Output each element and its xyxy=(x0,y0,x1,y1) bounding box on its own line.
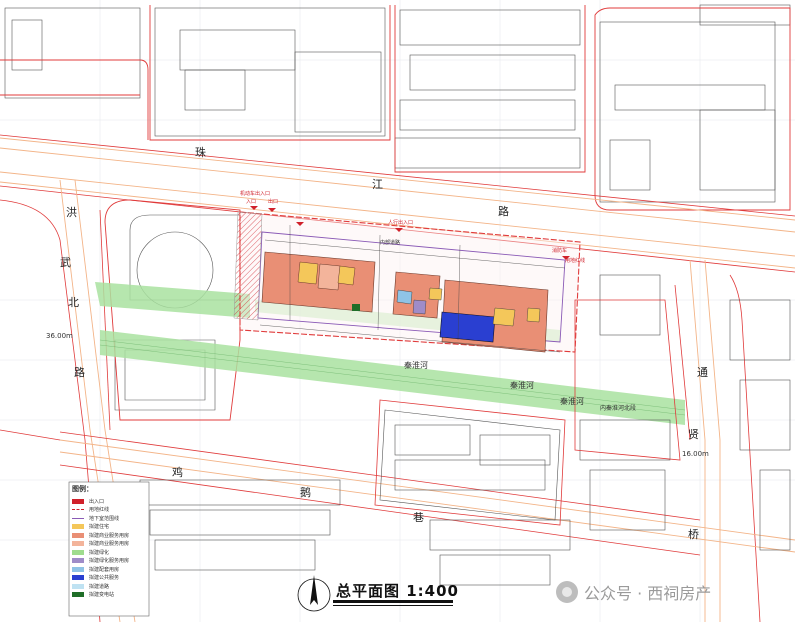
building-middle-core xyxy=(428,287,443,301)
tongxian-width: 16.00m xyxy=(682,450,709,458)
legend-rows: 出入口 用地红线 地下室范围线 拟建住宅 拟建商业服务用房 拟建商业服务用房 拟建绿化 拟建绿… xyxy=(72,497,146,599)
building-east-core xyxy=(492,307,516,327)
legend-swatch xyxy=(72,583,84,589)
building-west-core-1 xyxy=(297,261,319,285)
legend-swatch xyxy=(72,558,84,564)
legend-label: 地下室范围线 xyxy=(89,515,120,522)
legend-label: 用地红线 xyxy=(89,507,110,514)
legend: 图例： 出入口 用地红线 地下室范围线 拟建住宅 拟建商业服务用房 拟建商业服务用房 拟建绿… xyxy=(72,484,146,616)
legend-swatch xyxy=(72,517,84,519)
legend-item: 地下室范围线 xyxy=(72,514,146,523)
road-label-hongwu-1: 洪 xyxy=(66,205,77,219)
legend-item: 拟建道路 xyxy=(72,582,146,591)
legend-label: 拟建道路 xyxy=(89,583,110,590)
label-greenway-2: 秦淮河 xyxy=(510,380,534,390)
legend-label: 拟建住宅 xyxy=(89,524,110,531)
legend-label: 拟建绿化服务用房 xyxy=(89,558,130,565)
substation xyxy=(352,304,360,311)
legend-label: 出入口 xyxy=(89,498,105,505)
legend-item: 拟建配套用房 xyxy=(72,565,146,574)
legend-item: 拟建绿化服务用房 xyxy=(72,557,146,566)
label-car-entry: 机动车出入口 xyxy=(240,190,270,197)
legend-swatch xyxy=(72,509,84,511)
road-label-jiee-2: 鹅 xyxy=(300,485,311,499)
legend-swatch xyxy=(72,532,84,538)
hongwu-width: 36.00m xyxy=(46,332,73,340)
road-label-tongxian-1: 通 xyxy=(697,366,708,379)
legend-item: 拟建商业服务用房 xyxy=(72,540,146,549)
site-plan-drawing: 珠 江 路 洪 武 北 路 36.00m 通 贤 桥 16.00m 鸡 鹅 巷 … xyxy=(0,0,795,622)
label-greenway-3: 秦淮河 xyxy=(560,396,584,406)
title-underline-thin xyxy=(333,605,453,606)
title-underline xyxy=(333,600,453,603)
legend-label: 拟建变电站 xyxy=(89,592,115,599)
road-label-zhujiang-1: 珠 xyxy=(195,145,206,159)
building-middle-support xyxy=(396,289,413,305)
legend-item: 用地红线 xyxy=(72,506,146,515)
legend-item: 拟建住宅 xyxy=(72,523,146,532)
building-west-core-2 xyxy=(317,263,341,291)
road-label-tongxian-3: 桥 xyxy=(688,528,699,541)
label-entry-in: 入口 xyxy=(246,199,256,205)
watermark-text: 公众号 · 西祠房产 xyxy=(584,584,712,603)
drawing-title: 总平面图 1:400 xyxy=(336,582,459,600)
label-greenway-1: 秦淮河 xyxy=(404,360,428,370)
legend-item: 拟建商业服务用房 xyxy=(72,531,146,540)
road-label-hongwu-4: 路 xyxy=(74,366,85,379)
road-label-jiee-3: 巷 xyxy=(413,511,424,524)
legend-swatch xyxy=(72,524,84,530)
road-label-hongwu-3: 北 xyxy=(68,296,79,309)
legend-swatch xyxy=(72,498,84,504)
legend-item: 拟建绿化 xyxy=(72,548,146,557)
label-red-line: 用地红线 xyxy=(565,257,585,264)
building-public-service xyxy=(439,311,496,343)
watermark: 公众号 · 西祠房产 xyxy=(556,580,711,604)
label-pedestrian-entry: 人行出入口 xyxy=(388,219,413,226)
legend-swatch xyxy=(72,549,84,555)
legend-label: 拟建商业服务用房 xyxy=(89,541,130,548)
road-label-jiee-1: 鸡 xyxy=(172,465,183,479)
legend-item: 出入口 xyxy=(72,497,146,506)
building-west-core-3 xyxy=(337,265,356,286)
legend-swatch xyxy=(72,541,84,547)
legend-swatch xyxy=(72,566,84,572)
legend-label: 拟建配套用房 xyxy=(89,566,120,573)
building-middle-purple xyxy=(412,299,427,315)
legend-label: 拟建商业服务用房 xyxy=(89,532,130,539)
label-park: 内秦淮河北段 xyxy=(600,404,636,412)
legend-item: 拟建变电站 xyxy=(72,591,146,600)
road-label-zhujiang-2: 江 xyxy=(372,178,383,191)
legend-label: 拟建公共服务 xyxy=(89,575,120,582)
hatched-zone xyxy=(233,211,263,321)
label-entry-out: 出口 xyxy=(268,198,278,205)
legend-item: 拟建公共服务 xyxy=(72,574,146,583)
wechat-logo-icon xyxy=(556,581,578,603)
label-fire-entry: 消防车 xyxy=(552,247,567,254)
legend-heading: 图例： xyxy=(72,485,93,493)
label-inner-road: 内部道路 xyxy=(380,239,400,246)
road-label-tongxian-2: 贤 xyxy=(688,428,699,441)
building-east-core-2 xyxy=(526,307,541,323)
road-label-zhujiang-3: 路 xyxy=(498,205,509,218)
legend-swatch xyxy=(72,575,84,581)
legend-label: 拟建绿化 xyxy=(89,549,110,556)
legend-swatch xyxy=(72,592,84,598)
road-label-hongwu-2: 武 xyxy=(60,256,71,269)
